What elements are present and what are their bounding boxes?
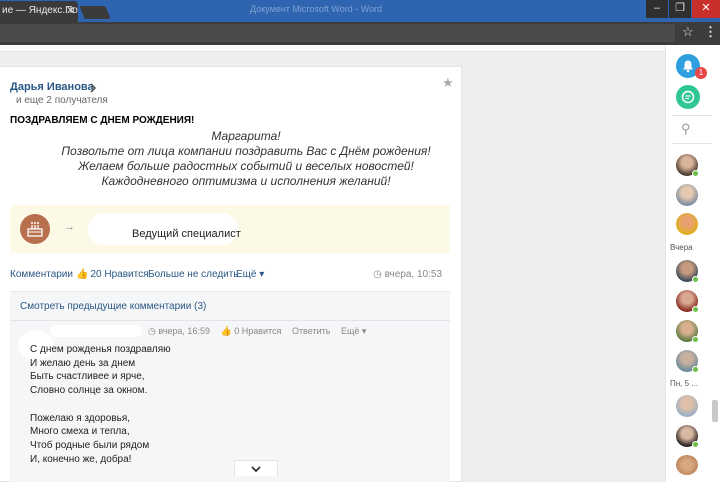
cake-icon <box>20 214 50 244</box>
commenter-name[interactable] <box>50 325 142 337</box>
comment-line: С днем рожденья поздравляю <box>30 344 171 355</box>
chat-icon <box>681 90 695 104</box>
feed-area: Дарья Иванова и еще 2 получателя ★ ПОЗДР… <box>0 52 665 482</box>
window-title: Документ Microsoft Word - Word <box>250 4 383 14</box>
greeting-line: Желаем больше радостных событий и веселы… <box>78 159 414 173</box>
greeting-text: Маргарита! Позвольте от лица компании по… <box>0 129 462 189</box>
comments-section: Смотреть предыдущие комментарии (3) ◷ вч… <box>10 291 450 482</box>
contact-avatar[interactable] <box>676 290 699 313</box>
day-label: Пн, 5 ... <box>670 379 698 388</box>
online-indicator <box>692 170 699 177</box>
contact-avatar[interactable] <box>676 350 699 373</box>
browser-menu-icon[interactable]: ⋮ <box>704 24 717 40</box>
post-recipients[interactable]: и еще 2 получателя <box>16 95 108 106</box>
new-tab-button[interactable] <box>79 6 111 19</box>
online-indicator <box>692 336 699 343</box>
comment-more-link[interactable]: Ещё ▾ <box>341 326 366 336</box>
bell-icon <box>683 60 693 73</box>
thumbs-up-icon: 👍 <box>76 269 89 280</box>
bookmark-star-icon[interactable]: ☆ <box>682 24 694 40</box>
reply-link[interactable]: Ответить <box>292 326 330 336</box>
contact-avatar[interactable] <box>676 154 699 177</box>
search-icon[interactable]: ⚲ <box>681 121 691 137</box>
contact-avatar[interactable] <box>676 184 698 206</box>
more-menu-link[interactable]: Ещё ▾ <box>236 269 264 280</box>
like-button[interactable]: 👍 20 Нравится <box>76 269 148 280</box>
comment-line: Чтоб родные были рядом <box>30 439 150 451</box>
online-indicator <box>692 306 699 313</box>
minimize-button[interactable]: – <box>646 0 668 18</box>
award-title: Ведущий специалист <box>132 228 241 240</box>
post-headline: ПОЗДРАВЛЯЕМ С ДНЕМ РОЖДЕНИЯ! <box>10 115 195 126</box>
comment-line: Много смеха и тепла, <box>30 426 130 438</box>
contact-avatar[interactable] <box>676 395 698 417</box>
post-author-link[interactable]: Дарья Иванова <box>10 81 94 93</box>
online-indicator <box>692 441 699 448</box>
page-top-strip <box>0 45 665 52</box>
comment-like-button[interactable]: 👍 0 Нравится <box>220 326 281 336</box>
tab-close-icon[interactable]: ✕ <box>66 1 75 21</box>
favorite-star-icon[interactable]: ★ <box>442 75 454 91</box>
chat-button[interactable] <box>676 85 700 109</box>
divider <box>672 115 712 116</box>
chevron-down-icon <box>251 466 261 473</box>
previous-comments-link[interactable]: Смотреть предыдущие комментарии (3) <box>20 301 206 312</box>
comment-line <box>30 398 171 412</box>
expand-comment-button[interactable] <box>234 460 278 476</box>
contact-avatar[interactable] <box>676 320 699 343</box>
unfollow-link[interactable]: Больше не следить <box>148 269 239 280</box>
contact-avatar[interactable] <box>676 260 699 283</box>
chevron-right-icon[interactable] <box>88 82 98 94</box>
scrollbar-thumb[interactable] <box>712 400 718 422</box>
award-block: → Ведущий специалист <box>10 205 450 253</box>
post-timestamp[interactable]: ◷ вчера, 10:53 <box>373 269 442 280</box>
arrow-right-icon: → <box>64 221 75 233</box>
comment-timestamp[interactable]: ◷ вчера, 16:59 <box>148 326 210 336</box>
contact-avatar[interactable] <box>676 455 698 475</box>
online-indicator <box>692 276 699 283</box>
maximize-button[interactable]: ❐ <box>669 0 691 18</box>
comment-meta: ◷ вчера, 16:59 👍 0 Нравится Ответить Ещё… <box>148 326 374 337</box>
comment-line: Словно солнце за окном. <box>30 385 148 397</box>
comment-line: Пожелаю я здоровья, <box>30 412 131 424</box>
greeting-line: Маргарита! <box>211 129 281 143</box>
right-rail: 1 ⚲ Вчера Пн, 5 ... <box>665 45 720 482</box>
post-card: Дарья Иванова и еще 2 получателя ★ ПОЗДР… <box>0 66 462 482</box>
comments-link[interactable]: Комментарии <box>10 269 73 280</box>
comment-line: И желаю день за днем <box>30 357 136 369</box>
address-bar[interactable] <box>0 24 675 42</box>
divider <box>672 143 712 144</box>
contact-avatar[interactable] <box>676 213 698 235</box>
comment-line: И, конечно же, добра! <box>30 453 132 465</box>
greeting-line: Позвольте от лица компании поздравить Ва… <box>61 144 431 158</box>
browser-toolbar: ☆ ⋮ <box>0 22 720 45</box>
contact-avatar[interactable] <box>676 425 699 448</box>
day-label: Вчера <box>670 243 693 252</box>
divider <box>10 320 450 321</box>
browser-titlebar: ие — Яндекс.По ✕ Документ Microsoft Word… <box>0 0 720 22</box>
comment-line: Быть счастливее и ярче, <box>30 371 145 383</box>
like-count: 20 Нравится <box>90 269 149 280</box>
comment-text: С днем рожденья поздравляю И желаю день … <box>30 343 171 466</box>
notification-badge: 1 <box>695 67 707 79</box>
close-window-button[interactable]: ✕ <box>692 0 720 18</box>
online-indicator <box>692 366 699 373</box>
greeting-line: Каждодневного оптимизма и исполнения жел… <box>101 174 391 188</box>
post-actions: Комментарии 👍 20 Нравится Больше не следи… <box>10 269 450 285</box>
